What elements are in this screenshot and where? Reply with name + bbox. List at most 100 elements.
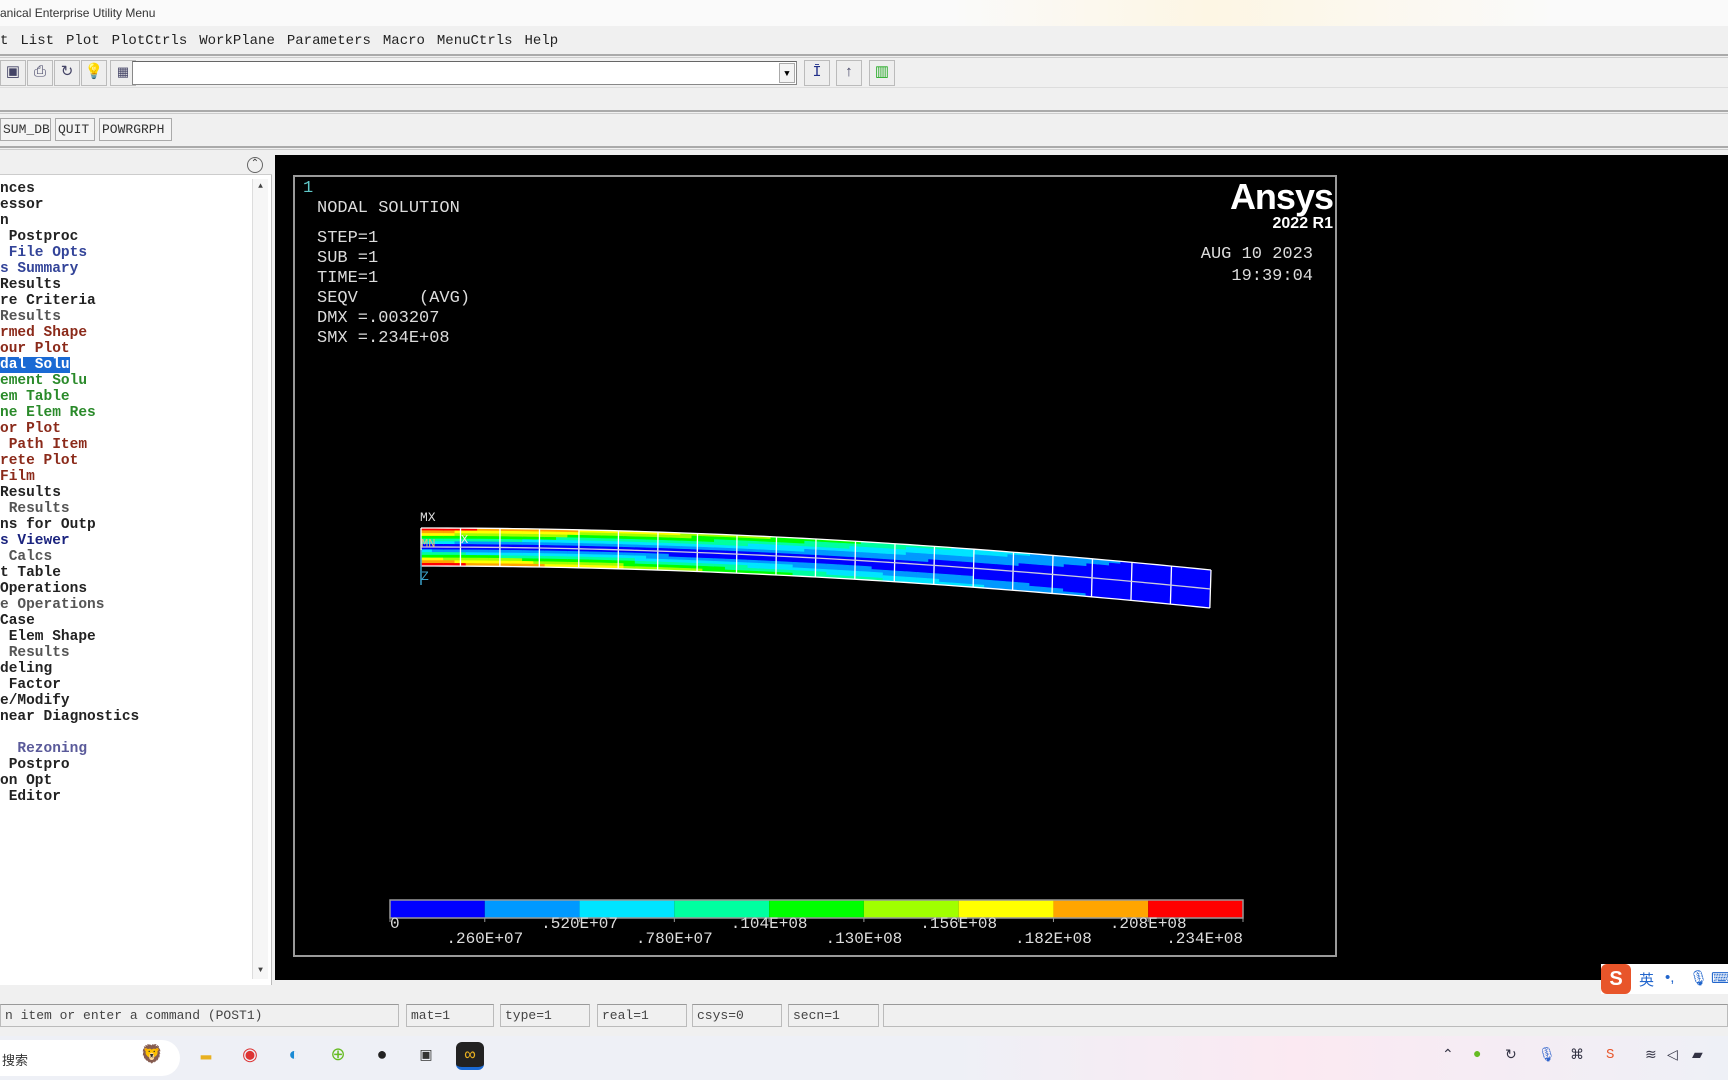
print-icon[interactable]: ⎙: [27, 60, 53, 86]
tree-item[interactable]: rmed Shape: [0, 325, 139, 341]
tree-item[interactable]: e Operations: [0, 597, 139, 613]
tree-item[interactable]: ement Solu: [0, 373, 139, 389]
tree-item-label: Elem Shape: [0, 629, 96, 645]
tree-item[interactable]: e/Modify: [0, 693, 139, 709]
graphics-window[interactable]: MX MN X Z 0.260E+07.520E+07.780E+07.104E+08.…: [275, 155, 1728, 980]
tree-item[interactable]: Editor: [0, 789, 139, 805]
terminal-icon[interactable]: ▣: [412, 1042, 440, 1070]
raise-hidden-icon[interactable]: Ī: [804, 60, 830, 86]
tree-item-label: Postproc: [0, 229, 79, 245]
battery-icon[interactable]: ▰: [1692, 1047, 1703, 1064]
tree-item[interactable]: Operations: [0, 581, 139, 597]
sync-icon[interactable]: ↻: [1505, 1047, 1517, 1064]
file-explorer-icon[interactable]: ▬: [192, 1042, 220, 1070]
menu-menuctrls[interactable]: MenuCtrls: [437, 28, 513, 54]
tree-item-label: Rezoning: [0, 741, 88, 757]
tree-item-label: our Plot: [0, 341, 70, 357]
tree-item[interactable]: Case: [0, 613, 139, 629]
wifi-icon[interactable]: ≋: [1645, 1047, 1657, 1064]
keyboard-icon[interactable]: ⌨: [1711, 969, 1728, 987]
tree-item[interactable]: Results: [0, 277, 139, 293]
quit-button[interactable]: QUIT: [55, 118, 95, 141]
tree-item[interactable]: near Diagnostics: [0, 709, 139, 725]
info-line: DMX =.003207: [317, 309, 440, 328]
command-input[interactable]: ▼: [132, 61, 797, 85]
chrome-icon[interactable]: ◉: [236, 1042, 264, 1070]
tree-item[interactable]: Results: [0, 309, 139, 325]
ansys-logo: Ansys 2022 R1: [1230, 177, 1334, 233]
ansys-icon[interactable]: ∞: [456, 1042, 484, 1070]
plot-frame: 1 NODAL SOLUTION STEP=1 SUB =1 TIME=1 SEQV …: [293, 175, 1337, 957]
tree-item[interactable]: em Table: [0, 389, 139, 405]
sum-db-button[interactable]: SUM_DB: [0, 118, 51, 141]
divider: [0, 110, 1728, 114]
tree-item[interactable]: Results: [0, 485, 139, 501]
tree-item[interactable]: deling: [0, 661, 139, 677]
tree-item-label: Results: [0, 277, 61, 293]
tree-item[interactable]: s Viewer: [0, 533, 139, 549]
new-analysis-icon[interactable]: ▣: [0, 60, 26, 86]
app-notification-icon[interactable]: ●: [368, 1042, 396, 1070]
ime-language[interactable]: 英: [1639, 969, 1654, 990]
tree-item[interactable]: Factor: [0, 677, 139, 693]
tree-scrollbar[interactable]: ▲ ▼: [252, 179, 268, 979]
ime-punctuation[interactable]: •,: [1665, 969, 1674, 986]
chevron-down-icon[interactable]: ▼: [779, 63, 795, 83]
menu-help[interactable]: Help: [525, 28, 559, 54]
tree-item[interactable]: or Plot: [0, 421, 139, 437]
scroll-up-icon[interactable]: ▲: [253, 179, 268, 195]
tree-item[interactable]: dal Solu: [0, 357, 139, 373]
collapse-icon[interactable]: ⌃: [247, 157, 263, 173]
menu-plot[interactable]: Plot: [66, 28, 100, 54]
tree-item[interactable]: ns for Outp: [0, 517, 139, 533]
tree-item-label: Case: [0, 613, 35, 629]
tree-item-label: Results: [0, 485, 61, 501]
green-app-icon[interactable]: ⊕: [324, 1042, 352, 1070]
tree-item[interactable]: t Table: [0, 565, 139, 581]
tree-item[interactable]: Results: [0, 645, 139, 661]
sogou-icon[interactable]: S: [1606, 1047, 1614, 1063]
contact-manager-icon[interactable]: ▥: [869, 60, 895, 86]
save-icon[interactable]: ↻: [54, 60, 80, 86]
green-tray-icon[interactable]: ●: [1473, 1047, 1481, 1063]
tree-item[interactable]: [0, 725, 139, 741]
tree-item[interactable]: s Summary: [0, 261, 139, 277]
menu-macro[interactable]: Macro: [383, 28, 425, 54]
tree-item[interactable]: ne Elem Res: [0, 405, 139, 421]
tree-item[interactable]: essor: [0, 197, 139, 213]
network-icon[interactable]: ⌘: [1570, 1047, 1584, 1064]
tree-item[interactable]: n: [0, 213, 139, 229]
tree-item[interactable]: Postpro: [0, 757, 139, 773]
tree-item[interactable]: Rezoning: [0, 741, 139, 757]
tree-item[interactable]: our Plot: [0, 341, 139, 357]
menu-parameters[interactable]: Parameters: [287, 28, 371, 54]
chevron-up-icon[interactable]: ⌃: [1442, 1047, 1454, 1064]
powrgrph-button[interactable]: POWRGRPH: [99, 118, 172, 141]
tree-item[interactable]: Calcs: [0, 549, 139, 565]
reset-picking-icon[interactable]: ↑: [836, 60, 862, 86]
menu-list[interactable]: List: [20, 28, 54, 54]
tree-item[interactable]: Film: [0, 469, 139, 485]
help-bulb-icon[interactable]: 💡: [81, 60, 107, 86]
tree-item[interactable]: nces: [0, 181, 139, 197]
menu-workplane[interactable]: WorkPlane: [199, 28, 275, 54]
tree-item[interactable]: re Criteria: [0, 293, 139, 309]
menu-plotctrls[interactable]: PlotCtrls: [112, 28, 188, 54]
tree-item[interactable]: File Opts: [0, 245, 139, 261]
sogou-icon[interactable]: S: [1601, 964, 1631, 994]
tree-item[interactable]: on Opt: [0, 773, 139, 789]
volume-icon[interactable]: ◁: [1667, 1047, 1678, 1064]
tree-item[interactable]: Elem Shape: [0, 629, 139, 645]
tree-item[interactable]: rete Plot: [0, 453, 139, 469]
microphone-icon[interactable]: 🎙: [1689, 969, 1708, 987]
tree-item[interactable]: Postproc: [0, 229, 139, 245]
microphone-icon[interactable]: 🎙: [1538, 1047, 1556, 1064]
tree-item-label: e Operations: [0, 597, 105, 613]
lion-widget-icon[interactable]: 🦁: [138, 1042, 166, 1070]
tree-item-label: Editor: [0, 789, 61, 805]
tree-item[interactable]: Results: [0, 501, 139, 517]
scroll-down-icon[interactable]: ▼: [253, 963, 268, 979]
menu-t[interactable]: t: [0, 28, 8, 54]
tree-item[interactable]: Path Item: [0, 437, 139, 453]
edge-icon[interactable]: ◐: [280, 1042, 308, 1070]
